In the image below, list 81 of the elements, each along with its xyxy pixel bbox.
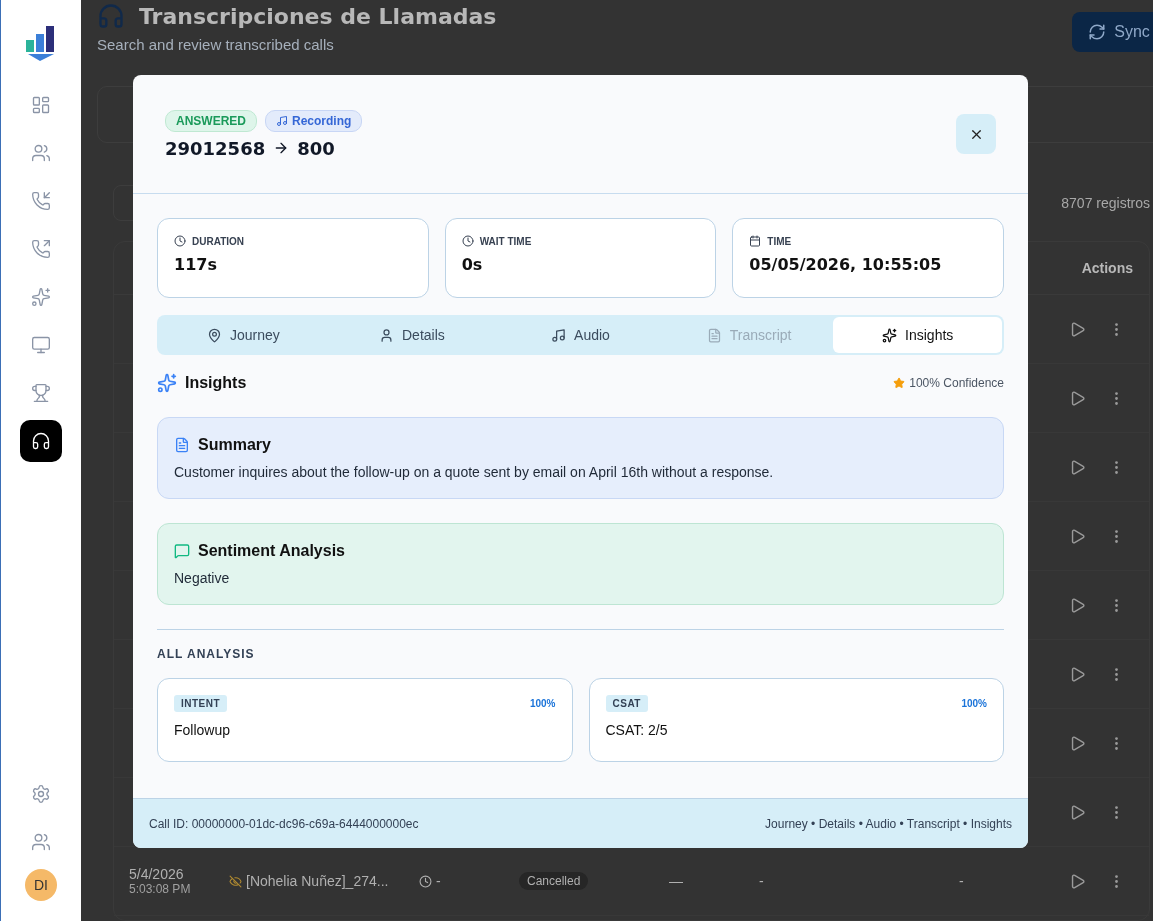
users-icon <box>31 832 51 852</box>
close-button[interactable] <box>956 114 996 154</box>
section-heading: ALL ANALYSIS <box>157 647 256 661</box>
time-cell-text: 5:03:08 PM <box>129 882 192 896</box>
play-icon[interactable] <box>1069 803 1086 821</box>
document-icon <box>706 327 722 343</box>
trophy-icon <box>31 383 51 403</box>
caller-number: 29012568 <box>165 137 266 159</box>
stat-value: 05/05/2026, 10:55:05 <box>749 255 943 274</box>
play-icon[interactable] <box>1069 458 1086 476</box>
page-title: Transcripciones de Llamadas <box>139 3 497 29</box>
table-cell-text: - <box>759 873 765 889</box>
phone-incoming-icon <box>31 191 51 211</box>
play-icon[interactable] <box>1069 320 1086 338</box>
section-title: Insights <box>185 374 247 392</box>
tab[interactable]: Insights <box>833 317 1002 353</box>
dashboard-icon <box>31 95 51 115</box>
tab[interactable]: Journey <box>159 317 328 353</box>
user-icon <box>379 327 394 343</box>
calendar-icon <box>749 235 762 247</box>
map-pin-icon <box>206 327 222 343</box>
callee-number: 800 <box>297 137 335 159</box>
tab[interactable]: Audio <box>496 317 665 353</box>
stat-label: TIME <box>767 235 792 247</box>
analysis-tag: INTENT <box>174 695 228 712</box>
card-text: Negative <box>174 570 231 586</box>
analysis-value: Followup <box>174 722 232 738</box>
play-icon[interactable] <box>1069 872 1086 890</box>
card-text: Customer inquires about the follow-up on a quote sent by email on April 16th without a response. <box>174 464 775 480</box>
confidence-label: 100% Confidence <box>909 376 1004 390</box>
status-badge: ANSWERED <box>165 109 257 132</box>
stat-value: 0s <box>461 255 484 274</box>
refresh-icon <box>1088 23 1107 41</box>
sparkles-icon <box>157 373 177 393</box>
nav-item[interactable] <box>20 420 62 462</box>
monitor-icon <box>31 335 51 355</box>
sparkles-icon <box>882 327 898 343</box>
analysis-score: 100% <box>529 698 556 709</box>
play-icon[interactable] <box>1069 596 1086 614</box>
music-note-icon <box>551 327 567 343</box>
table-cell-text: - <box>959 873 965 889</box>
user-avatar[interactable]: DI <box>25 869 57 901</box>
tab[interactable]: Details <box>327 317 497 353</box>
play-icon[interactable] <box>1069 665 1086 683</box>
wait-cell: - <box>436 873 441 889</box>
headphones-icon <box>31 431 51 451</box>
message-icon <box>174 543 190 559</box>
play-icon[interactable] <box>1069 389 1086 407</box>
table-cell-text: — <box>669 873 684 889</box>
sync-button[interactable]: Sync <box>1072 12 1153 52</box>
call-id: Call ID: 00000000-01dc-dc96-c69a-6444000000ec <box>149 816 419 831</box>
agent-cell: [Nohelia Nuñez]_274... <box>246 873 389 889</box>
star-icon <box>893 377 906 389</box>
stat-label: DURATION <box>192 235 245 247</box>
stat-label: WAIT TIME <box>479 235 532 247</box>
users-icon <box>31 143 51 163</box>
eye-off-icon <box>229 874 242 888</box>
headphones-icon <box>97 2 125 30</box>
document-icon <box>174 437 190 453</box>
card-title: Summary <box>198 436 271 454</box>
card-title: Sentiment Analysis <box>198 542 345 560</box>
record-count: 8707 registros <box>1061 195 1150 211</box>
phone-outgoing-icon <box>31 239 51 259</box>
play-icon[interactable] <box>1069 527 1086 545</box>
analysis-tag: CSAT <box>605 695 648 712</box>
music-note-icon <box>276 114 288 127</box>
settings-icon <box>31 784 51 804</box>
clock-icon <box>174 235 186 247</box>
analysis-score: 100% <box>961 698 987 709</box>
recording-badge: Recording <box>265 109 363 132</box>
play-icon[interactable] <box>1069 734 1086 752</box>
page-subtitle: Search and review transcribed calls <box>97 36 335 53</box>
status-chip: Cancelled <box>519 872 589 890</box>
sparkles-icon <box>31 287 51 307</box>
section-links: Journey • Details • Audio • Transcript • Insights <box>765 816 1012 831</box>
column-header: Actions <box>1081 260 1133 276</box>
clock-icon <box>419 874 432 888</box>
analysis-value: CSAT: 2/5 <box>605 722 669 738</box>
stat-value: 117s <box>174 255 218 274</box>
date-cell-text: 5/4/2026 <box>129 866 185 882</box>
clock-icon <box>461 235 474 247</box>
